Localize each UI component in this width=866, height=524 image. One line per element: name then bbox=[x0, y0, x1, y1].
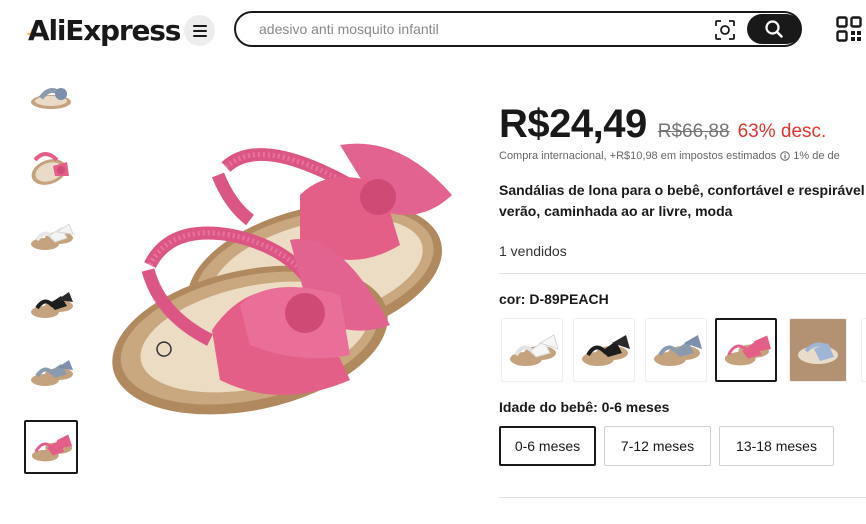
qr-code-button[interactable] bbox=[836, 16, 862, 42]
sandal-icon bbox=[654, 335, 702, 366]
aliexpress-logo[interactable]: AliExpress bbox=[26, 10, 181, 50]
sandal-product-illustration bbox=[112, 143, 452, 415]
camera-icon bbox=[715, 20, 735, 40]
product-title: Sandálias de lona para o bebê, confortáv… bbox=[499, 182, 865, 219]
tax-text: Compra internacional, +R$10,98 em impost… bbox=[499, 150, 777, 162]
sandal-icon bbox=[31, 434, 73, 462]
age-label: Idade do bebê: 0-6 meses bbox=[499, 399, 670, 415]
sandal-icon bbox=[31, 88, 71, 109]
sandal-icon bbox=[31, 360, 73, 386]
age-option-7-12[interactable]: 7-12 meses bbox=[604, 426, 711, 466]
search-input[interactable] bbox=[259, 20, 699, 38]
thumbnail-pink-selected[interactable] bbox=[24, 420, 78, 474]
divider bbox=[499, 273, 866, 274]
thumbnail-black[interactable] bbox=[24, 276, 78, 330]
menu-button[interactable] bbox=[184, 15, 215, 46]
tax-info: Compra internacional, +R$10,98 em impost… bbox=[499, 150, 840, 162]
discount-badge: 63% desc. bbox=[737, 121, 827, 142]
thumbnail-gray-blue[interactable] bbox=[24, 70, 78, 114]
color-label: cor: D-89PEACH bbox=[499, 291, 609, 307]
color-swatch-peach-selected[interactable] bbox=[715, 318, 777, 382]
info-icon[interactable] bbox=[780, 151, 791, 161]
color-swatch-white[interactable] bbox=[501, 318, 563, 382]
sandal-icon bbox=[790, 325, 846, 375]
search-button[interactable] bbox=[747, 14, 801, 44]
image-search-button[interactable] bbox=[714, 19, 736, 41]
search-bar bbox=[234, 11, 802, 47]
thumbnail-pink[interactable] bbox=[24, 140, 78, 194]
menu-icon bbox=[192, 24, 207, 37]
color-swatch-gray-blue[interactable] bbox=[645, 318, 707, 382]
logo-text: AliExpress bbox=[28, 13, 181, 47]
color-swatch-more[interactable] bbox=[861, 318, 866, 382]
thumbnail-white[interactable] bbox=[24, 208, 78, 262]
sandal-icon bbox=[724, 335, 772, 366]
color-swatch-blue-on-wood[interactable] bbox=[789, 318, 847, 382]
sandal-icon bbox=[31, 292, 73, 318]
main-product-image[interactable] bbox=[100, 125, 470, 445]
sandal-icon bbox=[31, 223, 74, 250]
divider-bottom bbox=[499, 497, 866, 498]
sandal-icon bbox=[31, 152, 69, 185]
sandal-icon bbox=[582, 335, 630, 366]
original-price: R$66,88 bbox=[657, 121, 730, 142]
qr-code-icon bbox=[836, 16, 862, 42]
thumbnail-blue-gray[interactable] bbox=[24, 344, 78, 398]
age-option-13-18[interactable]: 13-18 meses bbox=[719, 426, 834, 466]
sold-count: 1 vendidos bbox=[499, 243, 567, 259]
price-row: R$24,49 R$66,88 63% desc. bbox=[499, 102, 826, 147]
age-option-0-6[interactable]: 0-6 meses bbox=[499, 426, 596, 466]
search-icon bbox=[765, 20, 783, 38]
current-price: R$24,49 bbox=[499, 102, 647, 146]
color-swatch-black[interactable] bbox=[573, 318, 635, 382]
sandal-icon bbox=[510, 334, 559, 366]
tax-rate-text: 1% de de bbox=[793, 150, 840, 162]
